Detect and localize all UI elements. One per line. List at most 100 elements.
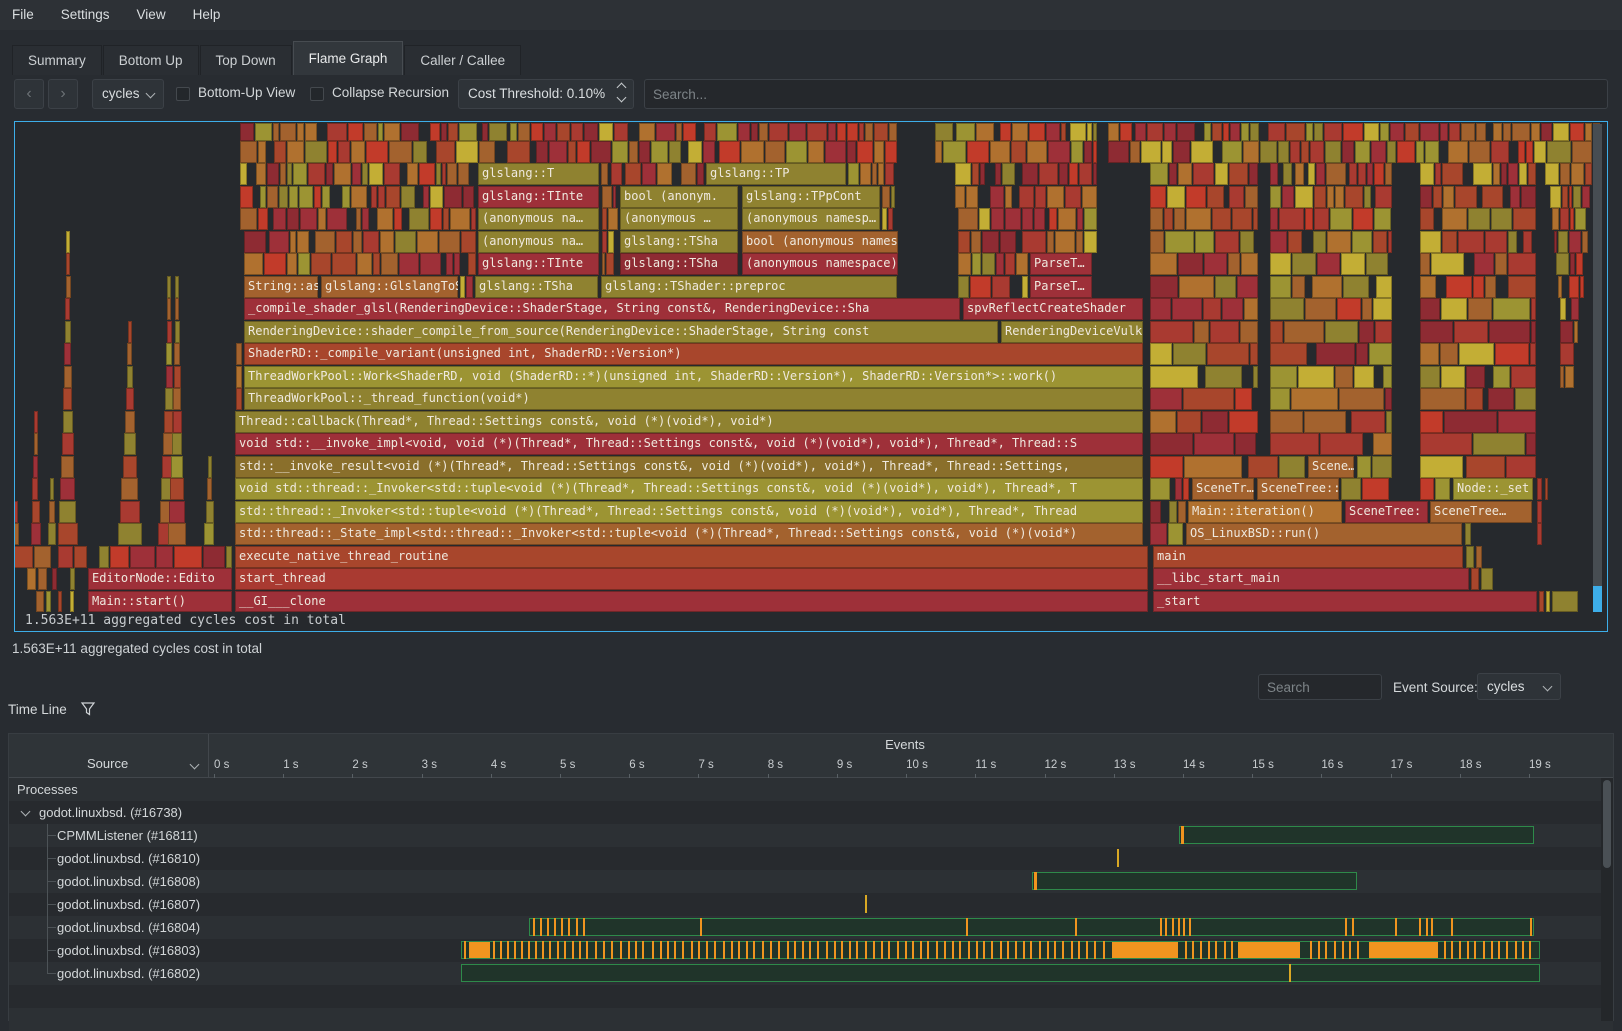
flame-bar[interactable] <box>378 186 385 208</box>
flame-bar[interactable] <box>167 321 172 343</box>
timeline-row-label[interactable]: godot.linuxbsd. (#16803) <box>57 939 200 962</box>
tab-bottom-up[interactable]: Bottom Up <box>103 45 199 75</box>
flame-bar[interactable] <box>130 546 155 568</box>
flame-bar[interactable] <box>599 123 613 141</box>
flame-bar[interactable] <box>1270 208 1278 230</box>
timeline-row-events[interactable] <box>209 870 1601 893</box>
flame-bar[interactable] <box>1173 141 1190 163</box>
flame-bar[interactable] <box>454 253 460 275</box>
flame-bar[interactable] <box>966 186 978 208</box>
flame-bar[interactable] <box>979 208 990 230</box>
flame-bar[interactable] <box>1012 123 1028 141</box>
flame-bar[interactable] <box>236 366 242 388</box>
flame-bar[interactable] <box>614 123 628 141</box>
flame-bar[interactable]: RenderingDeviceVulkan:: <box>1001 321 1143 343</box>
flame-bar[interactable] <box>606 253 614 275</box>
flame-bar[interactable] <box>536 141 548 163</box>
flame-bar[interactable]: SceneTree: <box>1345 501 1428 523</box>
timeline-row[interactable]: godot.linuxbsd. (#16807) <box>9 893 1613 916</box>
flame-bar[interactable] <box>1343 123 1363 141</box>
flame-bar[interactable] <box>1288 231 1302 253</box>
flame-bar[interactable] <box>58 523 78 545</box>
flame-bar[interactable] <box>60 478 75 500</box>
flame-bar[interactable] <box>828 123 836 141</box>
flame-bar[interactable] <box>789 123 806 141</box>
flame-bar[interactable] <box>1279 208 1304 230</box>
flame-bar[interactable] <box>1207 343 1249 365</box>
flame-bar[interactable] <box>1476 546 1482 568</box>
flame-bar[interactable] <box>860 163 871 185</box>
timeline-scrollbar-track[interactable] <box>1601 778 1613 1021</box>
flame-bar[interactable] <box>458 163 469 185</box>
flame-bar[interactable] <box>1270 276 1291 298</box>
flame-bar[interactable] <box>258 141 266 163</box>
flame-bar[interactable] <box>1174 208 1185 230</box>
timeline-row-events[interactable] <box>209 916 1601 939</box>
flame-bar[interactable] <box>318 208 326 230</box>
flame-bar[interactable] <box>1047 231 1054 253</box>
flame-bar[interactable]: void std::__invoke_impl<void, void (*)(T… <box>235 433 1143 455</box>
flame-bar[interactable] <box>1466 388 1483 410</box>
flame-bar[interactable] <box>741 141 764 163</box>
timeline-row-events[interactable] <box>209 778 1601 801</box>
flame-bar[interactable]: bool (anonymous namespace <box>742 231 898 253</box>
flame-bar[interactable] <box>1512 123 1530 141</box>
flame-bar[interactable] <box>61 456 74 478</box>
flame-bar[interactable] <box>167 298 171 320</box>
flame-bar[interactable] <box>450 208 470 230</box>
flame-bar[interactable] <box>1292 253 1316 275</box>
flame-bar[interactable] <box>1316 343 1355 365</box>
flame-bar[interactable] <box>1473 276 1484 298</box>
flame-bar[interactable] <box>1440 123 1448 141</box>
flame-bar[interactable] <box>1373 433 1392 455</box>
flame-bar[interactable] <box>1441 366 1465 388</box>
flame-bar[interactable] <box>1465 523 1471 545</box>
flame-bar[interactable] <box>1441 298 1467 320</box>
flame-bar[interactable] <box>1493 123 1502 141</box>
flame-bar[interactable] <box>651 141 668 163</box>
flame-bar[interactable] <box>1268 123 1285 141</box>
flame-bar[interactable] <box>1253 208 1258 230</box>
flame-bar[interactable] <box>1235 388 1252 410</box>
flame-bar[interactable]: glslang::TSha <box>620 253 738 275</box>
flame-bar[interactable] <box>1374 208 1391 230</box>
flame-bar[interactable] <box>240 208 257 230</box>
flame-bar[interactable] <box>1582 231 1588 253</box>
flame-bar[interactable] <box>1305 208 1313 230</box>
flame-bar[interactable] <box>878 163 884 185</box>
flame-bar[interactable] <box>1585 163 1592 185</box>
flame-bar[interactable]: ParseT… <box>1030 253 1092 275</box>
flame-bar[interactable]: ThreadWorkPool::_thread_function(void*) <box>244 388 1143 410</box>
flame-bar[interactable] <box>1077 208 1083 230</box>
flame-bar[interactable] <box>1150 253 1177 275</box>
flame-bar[interactable] <box>169 501 185 523</box>
flame-bar[interactable] <box>1459 343 1494 365</box>
flame-bar[interactable] <box>1485 276 1496 298</box>
flame-bar[interactable] <box>889 123 897 141</box>
flame-bar[interactable] <box>1165 231 1194 253</box>
flame-bar[interactable] <box>1374 163 1384 185</box>
flame-bar[interactable] <box>972 253 981 275</box>
flame-bar[interactable] <box>1215 163 1228 185</box>
flame-bar[interactable]: _compile_shader_glsl(RenderingDevice::Sh… <box>244 298 960 320</box>
flame-bar[interactable] <box>1284 321 1324 343</box>
flame-bar[interactable] <box>352 163 361 185</box>
flame-bar[interactable] <box>1519 163 1527 185</box>
flame-bar[interactable] <box>1178 253 1203 275</box>
timeline-row[interactable]: godot.linuxbsd. (#16808) <box>9 870 1613 893</box>
flame-bar[interactable] <box>1574 321 1578 343</box>
flame-bar[interactable] <box>1454 321 1488 343</box>
flame-bar[interactable] <box>430 123 440 141</box>
cost-type-combobox[interactable]: cycles <box>92 79 164 109</box>
flame-bar[interactable] <box>1034 208 1045 230</box>
flame-bar[interactable] <box>1240 231 1254 253</box>
flame-bar[interactable] <box>1508 163 1518 185</box>
timeline-row[interactable]: CPMMListener (#16811) <box>9 824 1613 847</box>
flame-bar[interactable] <box>1569 231 1581 253</box>
flame-bar[interactable] <box>577 141 590 163</box>
flame-bar[interactable] <box>1082 186 1097 208</box>
flame-bar[interactable] <box>1011 141 1026 163</box>
flame-bar[interactable] <box>990 186 1004 208</box>
flame-bar[interactable] <box>991 208 1004 230</box>
flame-bar[interactable] <box>264 253 286 275</box>
